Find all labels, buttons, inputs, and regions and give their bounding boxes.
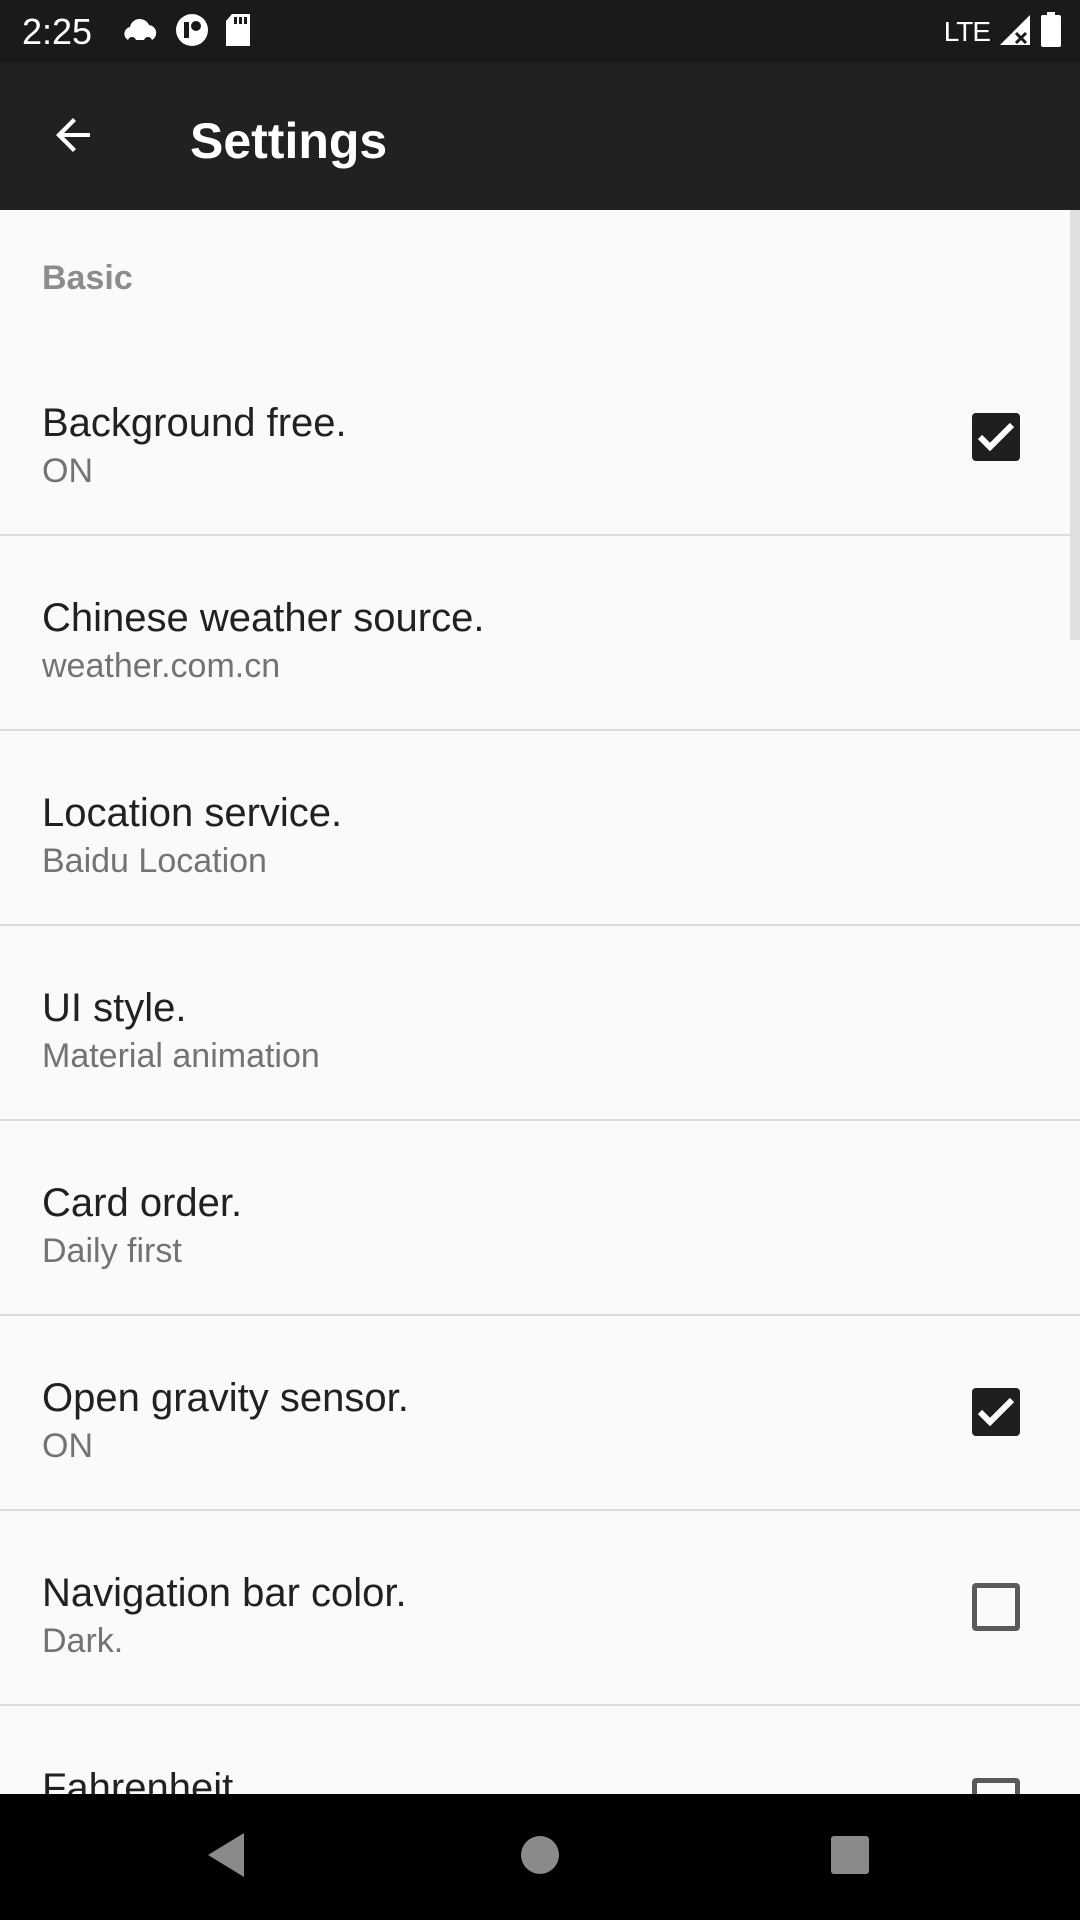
pref-summary: ON bbox=[42, 1427, 93, 1465]
status-icons-left bbox=[120, 12, 252, 52]
pref-summary: Daily first bbox=[42, 1232, 182, 1270]
background-free-checkbox[interactable] bbox=[972, 413, 1020, 461]
sd-card-icon bbox=[224, 13, 252, 52]
pref-title: Card order. bbox=[42, 1181, 243, 1225]
pref-title: Chinese weather source. bbox=[42, 596, 485, 640]
pref-title: Location service. bbox=[42, 791, 343, 835]
pref-fahrenheit[interactable]: Fahrenheit bbox=[0, 1706, 1080, 1794]
home-circle-icon bbox=[520, 1835, 560, 1880]
pref-summary: Baidu Location bbox=[42, 842, 267, 880]
back-triangle-icon bbox=[204, 1831, 248, 1884]
nav-back-button[interactable] bbox=[186, 1824, 266, 1890]
pref-title: Open gravity sensor. bbox=[42, 1376, 409, 1420]
pref-location-service[interactable]: Location service. Baidu Location bbox=[0, 731, 1080, 926]
navigation-bar-color-checkbox[interactable] bbox=[972, 1583, 1020, 1631]
settings-list[interactable]: Basic Background free. ON Chinese weathe… bbox=[0, 210, 1080, 1794]
scrollbar[interactable] bbox=[1070, 210, 1080, 640]
back-button[interactable] bbox=[24, 95, 124, 179]
pref-title: Navigation bar color. bbox=[42, 1571, 407, 1615]
page-title: Settings bbox=[190, 113, 388, 169]
system-nav-bar bbox=[0, 1794, 1080, 1920]
pref-title: UI style. bbox=[42, 986, 187, 1030]
recents-square-icon bbox=[830, 1835, 870, 1880]
pref-title: Background free. bbox=[42, 401, 347, 445]
fahrenheit-checkbox[interactable] bbox=[972, 1778, 1020, 1794]
pref-card-order[interactable]: Card order. Daily first bbox=[0, 1121, 1080, 1316]
pref-weather-source[interactable]: Chinese weather source. weather.com.cn bbox=[0, 536, 1080, 731]
pref-summary: Material animation bbox=[42, 1037, 320, 1075]
status-bar: 2:25 LTE bbox=[0, 0, 1080, 63]
pref-background-free[interactable]: Background free. ON bbox=[0, 341, 1080, 536]
status-icons-right: LTE bbox=[943, 11, 1062, 53]
pref-gravity-sensor[interactable]: Open gravity sensor. ON bbox=[0, 1316, 1080, 1511]
battery-icon bbox=[1040, 11, 1062, 53]
pref-summary: ON bbox=[42, 452, 93, 490]
network-type-label: LTE bbox=[943, 16, 991, 47]
pref-summary: Dark. bbox=[42, 1622, 124, 1660]
pref-title: Fahrenheit bbox=[42, 1766, 234, 1794]
nav-recents-button[interactable] bbox=[810, 1824, 890, 1890]
status-time: 2:25 bbox=[22, 11, 93, 52]
nav-home-button[interactable] bbox=[500, 1824, 580, 1890]
pref-summary: weather.com.cn bbox=[42, 647, 281, 685]
category-header: Basic bbox=[42, 259, 133, 297]
weather-cloud-icon bbox=[120, 14, 160, 51]
pref-navigation-bar-color[interactable]: Navigation bar color. Dark. bbox=[0, 1511, 1080, 1706]
app-notification-icon bbox=[174, 12, 210, 53]
arrow-back-icon bbox=[50, 111, 98, 164]
signal-icon bbox=[998, 13, 1032, 52]
gravity-sensor-checkbox[interactable] bbox=[972, 1388, 1020, 1436]
app-bar: Settings bbox=[0, 63, 1080, 210]
pref-ui-style[interactable]: UI style. Material animation bbox=[0, 926, 1080, 1121]
